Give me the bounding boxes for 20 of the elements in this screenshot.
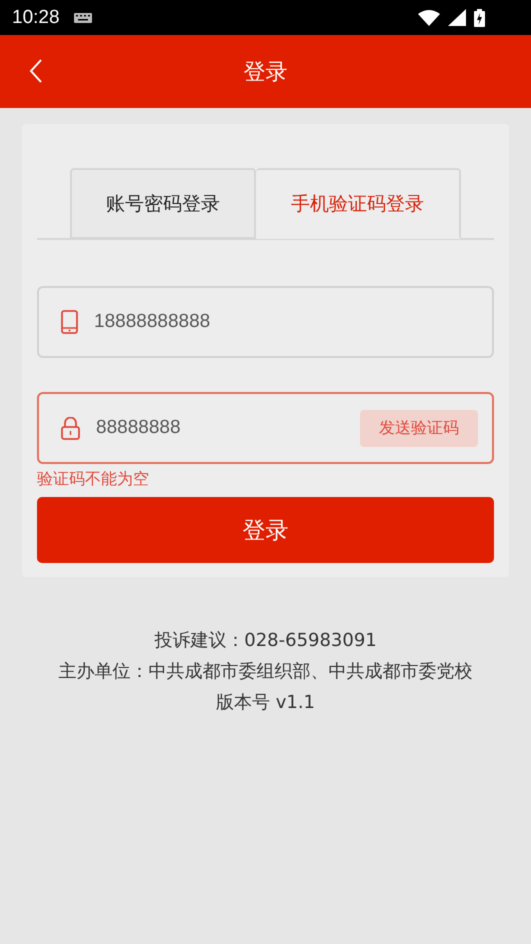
footer-text: 版本号 v1.1 xyxy=(215,691,316,715)
lock-icon xyxy=(61,416,80,440)
phone-icon xyxy=(61,310,78,334)
login-button[interactable]: 登录 xyxy=(37,497,494,563)
field-value: 88888888 xyxy=(96,417,182,439)
status-time: 10:28 xyxy=(12,6,60,28)
input-field[interactable]: 88888888 发送验证码 xyxy=(37,392,494,464)
error-message: 验证码不能为空 xyxy=(37,469,150,489)
back-icon[interactable] xyxy=(29,59,43,83)
page-title: 登录 xyxy=(244,58,288,86)
battery-icon xyxy=(474,8,485,26)
signal-icon xyxy=(448,9,466,26)
input-field[interactable]: 18888888888 xyxy=(37,286,494,358)
wifi-icon xyxy=(418,10,440,26)
login-tab[interactable]: 账号密码登录 xyxy=(70,168,256,239)
footer-text: 主办单位：中共成都市委组织部、中共成都市委党校 xyxy=(58,660,474,684)
field-value: 18888888888 xyxy=(94,311,212,333)
footer-text: 投诉建议：028-65983091 xyxy=(153,629,378,653)
keyboard-icon xyxy=(74,12,92,22)
login-tab[interactable]: 手机验证码登录 xyxy=(256,168,461,239)
